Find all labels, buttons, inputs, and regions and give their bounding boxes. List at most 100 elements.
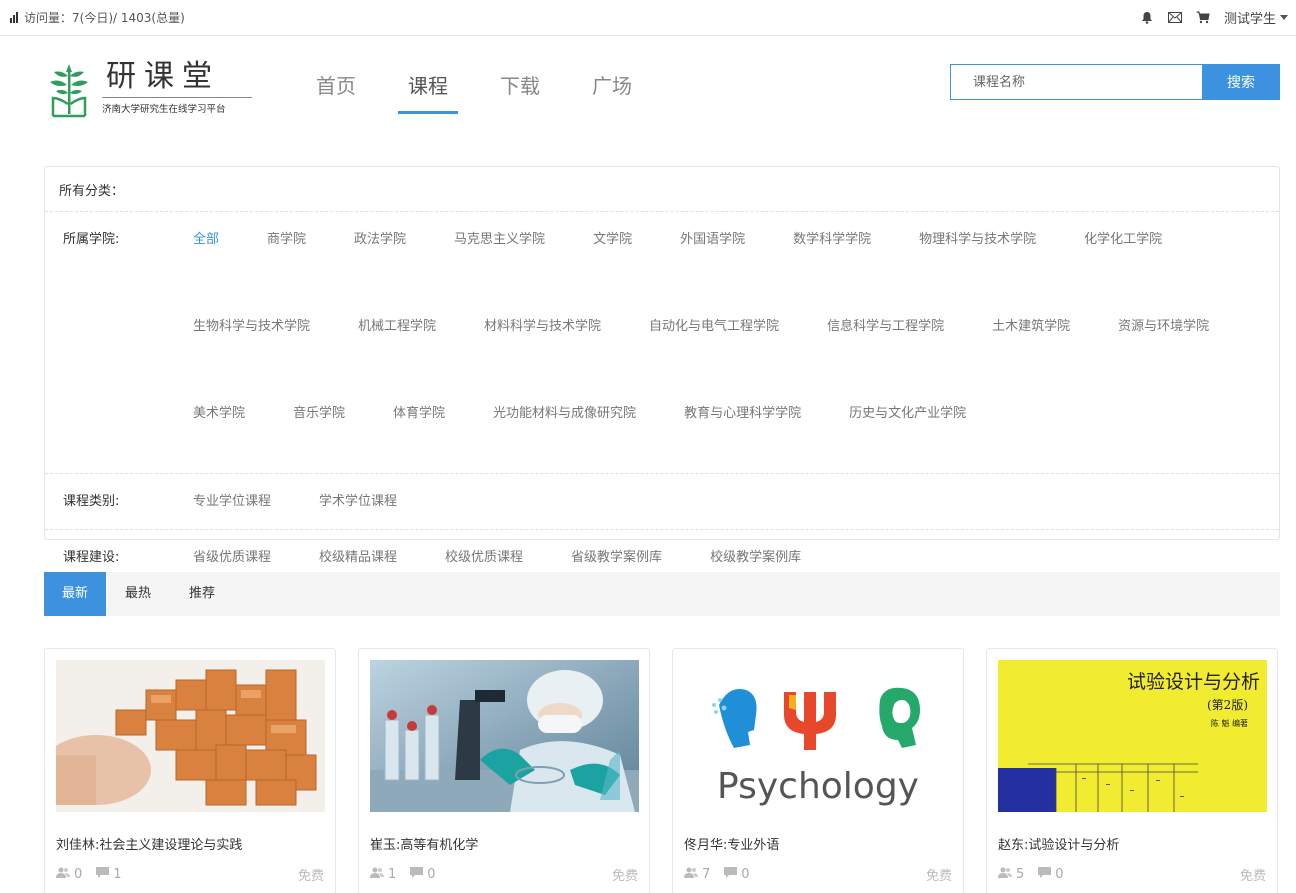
college-option[interactable]: 商学院	[267, 212, 306, 299]
filter-row-category: 课程类别: 专业学位课程 学术学位课程	[45, 474, 1279, 530]
college-option[interactable]: 材料科学与技术学院	[484, 299, 601, 386]
nav-downloads[interactable]: 下载	[474, 70, 566, 114]
comment-count: 1	[113, 867, 122, 882]
price-label: 免费	[297, 869, 324, 884]
visit-counter: 访问量：7(今日)/ 1403(总量)	[10, 9, 185, 26]
nav-plaza[interactable]: 广场	[566, 70, 658, 114]
sort-tabs: 最新 最热 推荐	[44, 572, 1280, 616]
course-list: 刘佳林:社会主义建设理论与实践 0 1 免费 崔玉:高等有机化学 1 0 免费 …	[44, 648, 1280, 893]
course-card[interactable]: 刘佳林:社会主义建设理论与实践 0 1 免费	[44, 648, 336, 893]
course-thumbnail[interactable]: Psychology	[684, 660, 953, 812]
chemistry-lab-image	[370, 660, 639, 812]
college-option[interactable]: 信息科学与工程学院	[827, 299, 944, 386]
price-label: 免费	[925, 869, 952, 884]
course-title[interactable]: 佟月华:专业外语	[684, 834, 952, 853]
nav-home[interactable]: 首页	[290, 70, 382, 114]
logo-title: 研课堂	[106, 59, 220, 94]
college-option[interactable]: 数学科学学院	[793, 212, 871, 299]
students-icon	[684, 867, 698, 882]
college-option[interactable]: 全部	[193, 212, 219, 299]
book-author-text: 陈 魁 编著	[1211, 718, 1248, 728]
college-option[interactable]: 体育学院	[393, 386, 445, 473]
college-option[interactable]: 教育与心理科学学院	[684, 386, 801, 473]
comment-icon	[724, 867, 738, 882]
wooden-puzzle-image	[56, 660, 325, 812]
top-bar: 访问量：7(今日)/ 1403(总量) 测试学生	[0, 0, 1296, 36]
search-box: 搜索	[950, 64, 1280, 100]
comment-icon	[1038, 867, 1052, 882]
course-meta: 1 0 免费	[370, 865, 638, 884]
filter-label-category: 课程类别:	[63, 494, 120, 509]
filter-label-college: 所属学院:	[63, 232, 120, 247]
all-categories-label: 所有分类：	[45, 167, 1279, 212]
category-option[interactable]: 学术学位课程	[319, 474, 397, 530]
college-option[interactable]: 自动化与电气工程学院	[649, 299, 779, 386]
college-option[interactable]: 马克思主义学院	[454, 212, 545, 299]
course-title[interactable]: 刘佳林:社会主义建设理论与实践	[56, 834, 324, 853]
category-options: 专业学位课程 学术学位课程	[193, 474, 1273, 529]
logo[interactable]: 研课堂 济南大学研究生在线学习平台	[44, 60, 252, 120]
course-title[interactable]: 崔玉:高等有机化学	[370, 834, 638, 853]
students-icon	[56, 867, 70, 882]
comment-count: 0	[741, 867, 750, 882]
category-option[interactable]: 专业学位课程	[193, 474, 271, 530]
college-option[interactable]: 文学院	[593, 212, 632, 299]
course-thumbnail[interactable]	[56, 660, 325, 812]
tab-hottest[interactable]: 最热	[106, 572, 170, 616]
main-nav: 首页 课程 下载 广场	[290, 70, 658, 114]
college-option[interactable]: 音乐学院	[293, 386, 345, 473]
comment-icon	[96, 867, 110, 882]
college-option[interactable]: 外国语学院	[680, 212, 745, 299]
chevron-down-icon	[1280, 15, 1288, 20]
college-option[interactable]: 政法学院	[354, 212, 406, 299]
course-meta: 7 0 免费	[684, 865, 952, 884]
college-option[interactable]: 美术学院	[193, 386, 245, 473]
bar-chart-icon	[10, 12, 18, 23]
college-option[interactable]: 机械工程学院	[358, 299, 436, 386]
course-thumbnail[interactable]	[370, 660, 639, 812]
search-button[interactable]: 搜索	[1202, 64, 1280, 100]
course-card[interactable]: 崔玉:高等有机化学 1 0 免费	[358, 648, 650, 893]
college-option[interactable]: 资源与环境学院	[1118, 299, 1209, 386]
student-count: 1	[388, 867, 397, 882]
book-cover-image: 试验设计与分析 (第2版) 陈 魁 编著	[998, 660, 1267, 812]
college-option[interactable]: 生物科学与技术学院	[193, 299, 310, 386]
price-label: 免费	[1239, 869, 1266, 884]
mail-icon[interactable]	[1167, 11, 1182, 25]
student-count: 5	[1016, 867, 1025, 882]
book-title-text: 试验设计与分析	[1127, 671, 1260, 693]
nav-courses[interactable]: 课程	[382, 70, 474, 114]
college-option[interactable]: 历史与文化产业学院	[849, 386, 966, 473]
user-name: 测试学生	[1223, 12, 1276, 27]
tab-newest[interactable]: 最新	[44, 572, 106, 616]
students-icon	[998, 867, 1012, 882]
search-input[interactable]	[950, 64, 1202, 100]
tab-recommended[interactable]: 推荐	[170, 572, 234, 616]
user-menu[interactable]: 测试学生	[1224, 8, 1288, 27]
filter-row-college: 所属学院: 全部 商学院 政法学院 马克思主义学院 文学院 外国语学院 数学科学学院 物理科学…	[45, 212, 1279, 474]
course-card[interactable]: 试验设计与分析 (第2版) 陈 魁 编著 赵东:试验设计与分析 5 0 免费	[986, 648, 1278, 893]
course-title[interactable]: 赵东:试验设计与分析	[998, 834, 1266, 853]
header: 研课堂 济南大学研究生在线学习平台 首页 课程 下载 广场 搜索	[44, 56, 1280, 126]
college-option[interactable]: 物理科学与技术学院	[919, 212, 1036, 299]
logo-subtitle: 济南大学研究生在线学习平台	[102, 97, 252, 115]
college-option[interactable]: 土木建筑学院	[992, 299, 1070, 386]
student-count: 0	[74, 867, 83, 882]
course-thumbnail[interactable]: 试验设计与分析 (第2版) 陈 魁 编著	[998, 660, 1267, 812]
tree-logo-icon	[50, 64, 88, 118]
psychology-logo-image: Psychology	[684, 660, 953, 812]
comment-count: 0	[427, 867, 436, 882]
course-meta: 0 1 免费	[56, 865, 324, 884]
psychology-text: Psychology	[717, 766, 919, 807]
comment-icon	[410, 867, 424, 882]
course-card[interactable]: Psychology 佟月华:专业外语 7 0 免费	[672, 648, 964, 893]
college-option[interactable]: 化学化工学院	[1084, 212, 1162, 299]
cart-icon[interactable]	[1196, 11, 1210, 25]
student-count: 7	[702, 867, 711, 882]
price-label: 免费	[611, 869, 638, 884]
college-options: 全部 商学院 政法学院 马克思主义学院 文学院 外国语学院 数学科学学院 物理科学与技术学院化…	[193, 212, 1273, 473]
bell-icon[interactable]	[1140, 11, 1154, 25]
course-meta: 5 0 免费	[998, 865, 1266, 884]
college-option[interactable]: 光功能材料与成像研究院	[493, 386, 636, 473]
visit-text: 访问量：7(今日)/ 1403(总量)	[24, 11, 185, 25]
